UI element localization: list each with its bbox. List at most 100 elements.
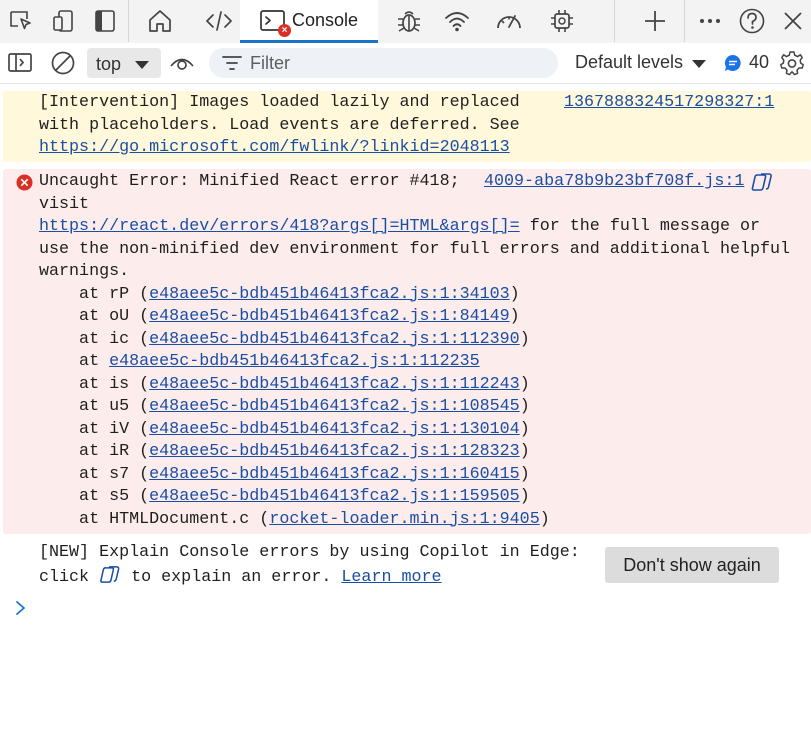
- error-message: Uncaught Error: Minified React error #41…: [3, 169, 811, 534]
- console-toolbar: top Filter Default levels 40: [0, 43, 811, 84]
- tab-welcome[interactable]: [143, 0, 177, 42]
- add-tab-button[interactable]: [640, 0, 670, 42]
- stack-frame-suffix: ): [519, 374, 530, 394]
- clear-icon: [51, 51, 75, 75]
- tab-console-label: Console: [292, 10, 359, 30]
- stack-frame-function: at rP (: [39, 284, 150, 304]
- help-icon: [739, 8, 765, 34]
- message-count[interactable]: 40: [749, 52, 769, 73]
- inspect-icon: [10, 11, 31, 30]
- intervention-message: [Intervention] Images loaded lazily and …: [3, 91, 811, 162]
- chevron-down-icon[interactable]: [691, 59, 707, 69]
- error-text: visit: [39, 194, 90, 214]
- ellipsis-icon: [700, 19, 720, 23]
- tab-divider: [128, 0, 129, 42]
- stack-frame-link[interactable]: e48aee5c-bdb451b46413fca2.js:1:108545: [149, 397, 520, 416]
- plus-icon: [645, 11, 665, 31]
- gauge-icon: [497, 15, 521, 29]
- chip-icon: [551, 10, 573, 32]
- context-selector[interactable]: top: [87, 48, 161, 78]
- tab-sources[interactable]: [392, 0, 426, 42]
- stack-frame: at oU (e48aee5c-bdb451b46413fca2.js:1:84…: [39, 306, 520, 329]
- message-bubble-icon: [724, 54, 741, 71]
- device-emulation-button[interactable]: [48, 0, 80, 42]
- tip-text: click: [39, 567, 100, 587]
- tab-console[interactable]: × Console: [240, 0, 378, 43]
- stack-frame-link[interactable]: e48aee5c-bdb451b46413fca2.js:1:34103: [149, 285, 510, 304]
- copilot-explain-icon[interactable]: [751, 172, 773, 192]
- stack-frame-function: at oU (: [39, 307, 150, 326]
- copilot-icon: [100, 565, 120, 583]
- dock-icon: [95, 10, 115, 32]
- stack-frame-link[interactable]: e48aee5c-bdb451b46413fca2.js:1:159505: [149, 487, 520, 506]
- stack-frame-suffix: ): [539, 509, 550, 529]
- stack-frame-function: at: [39, 352, 110, 371]
- live-expression-button[interactable]: [168, 51, 196, 75]
- tab-performance[interactable]: [491, 0, 527, 42]
- more-options-button[interactable]: [695, 0, 725, 42]
- stack-frame-suffix: ): [519, 329, 530, 349]
- error-text-row: https://react.dev/errors/418?args[]=HTML…: [39, 216, 760, 239]
- stack-frame: at is (e48aee5c-bdb451b46413fca2.js:1:11…: [39, 374, 530, 397]
- stack-frame-link[interactable]: rocket-loader.min.js:1:9405: [269, 510, 539, 529]
- stack-frame: at rP (e48aee5c-bdb451b46413fca2.js:1:34…: [39, 284, 520, 307]
- context-selector-value: top: [96, 54, 122, 74]
- devtools-tab-bar: × Console: [0, 0, 811, 43]
- log-levels-dropdown[interactable]: Default levels: [575, 52, 683, 73]
- stack-frame-link[interactable]: e48aee5c-bdb451b46413fca2.js:1:130104: [149, 420, 520, 439]
- message-source-link[interactable]: 1367888324517298327:1: [564, 92, 774, 115]
- stack-frame: at u5 (e48aee5c-bdb451b46413fca2.js:1:10…: [39, 396, 530, 419]
- react-error-link[interactable]: https://react.dev/errors/418?args[]=HTML…: [39, 217, 520, 236]
- home-icon: [149, 10, 171, 32]
- learn-more-link[interactable]: Learn more: [341, 568, 441, 587]
- stack-frame: at iV (e48aee5c-bdb451b46413fca2.js:1:13…: [39, 419, 530, 442]
- stack-frame-link[interactable]: e48aee5c-bdb451b46413fca2.js:1:128323: [149, 442, 520, 461]
- toggle-sidebar-button[interactable]: [6, 51, 34, 75]
- console-error-badge: ×: [278, 24, 291, 37]
- stack-frame-function: at iV (: [39, 419, 150, 439]
- tab-divider: [684, 0, 685, 42]
- stack-frame-link[interactable]: e48aee5c-bdb451b46413fca2.js:1:160415: [149, 465, 520, 484]
- tab-elements[interactable]: [202, 0, 236, 42]
- clear-console-button[interactable]: [49, 50, 77, 76]
- filter-input[interactable]: Filter: [209, 48, 558, 78]
- stack-frame-link[interactable]: e48aee5c-bdb451b46413fca2.js:1:84149: [149, 307, 510, 326]
- inspect-element-button[interactable]: [5, 0, 37, 42]
- stack-frame-suffix: ): [519, 464, 530, 484]
- tab-network[interactable]: [440, 0, 474, 42]
- error-text: use the non-minified dev environment for…: [39, 239, 791, 259]
- stack-frame-function: at HTMLDocument.c (: [39, 509, 270, 529]
- chevron-down-icon: [135, 61, 149, 69]
- help-button[interactable]: [736, 0, 768, 42]
- dock-sidebar-button[interactable]: [90, 0, 120, 42]
- tab-memory[interactable]: [545, 0, 579, 42]
- error-text: Uncaught Error: Minified React error #41…: [39, 172, 460, 191]
- stack-frame-suffix: ): [519, 397, 530, 416]
- stack-frame-function: at s7 (: [39, 464, 150, 484]
- stack-frame: at ic (e48aee5c-bdb451b46413fca2.js:1:11…: [39, 329, 530, 352]
- console-settings-button[interactable]: [778, 50, 806, 76]
- close-devtools-button[interactable]: [779, 0, 807, 42]
- stack-frame: at s5 (e48aee5c-bdb451b46413fca2.js:1:15…: [39, 486, 530, 509]
- console-prompt-chevron-icon[interactable]: [14, 599, 28, 617]
- stack-frame-link[interactable]: e48aee5c-bdb451b46413fca2.js:1:112390: [149, 330, 520, 349]
- stack-frame-suffix: ): [519, 442, 530, 461]
- tip-text: to explain an error.: [121, 567, 342, 587]
- filter-placeholder: Filter: [250, 53, 290, 73]
- dont-show-again-button[interactable]: Don't show again: [605, 547, 779, 583]
- wifi-icon: [445, 12, 469, 32]
- eye-icon: [170, 58, 194, 70]
- error-source-link[interactable]: 4009-aba78b9b23bf708f.js:1: [484, 171, 744, 194]
- stack-frame-suffix: ): [509, 307, 520, 326]
- error-text: for the full message or: [519, 217, 761, 236]
- tip-text-row: click to explain an error. Learn more: [39, 565, 442, 590]
- code-icon: [206, 11, 232, 31]
- intervention-help-link[interactable]: https://go.microsoft.com/fwlink/?linkid=…: [39, 137, 510, 160]
- stack-frame-link[interactable]: e48aee5c-bdb451b46413fca2.js:1:112235: [109, 352, 480, 371]
- close-icon: [784, 12, 802, 30]
- stack-frame-suffix: ): [519, 419, 530, 439]
- tip-text: [NEW] Explain Console errors by using Co…: [39, 543, 580, 562]
- stack-frame-link[interactable]: e48aee5c-bdb451b46413fca2.js:1:112243: [149, 375, 520, 394]
- message-text: [Intervention] Images loaded lazily and …: [39, 93, 520, 112]
- gear-icon: [780, 51, 804, 76]
